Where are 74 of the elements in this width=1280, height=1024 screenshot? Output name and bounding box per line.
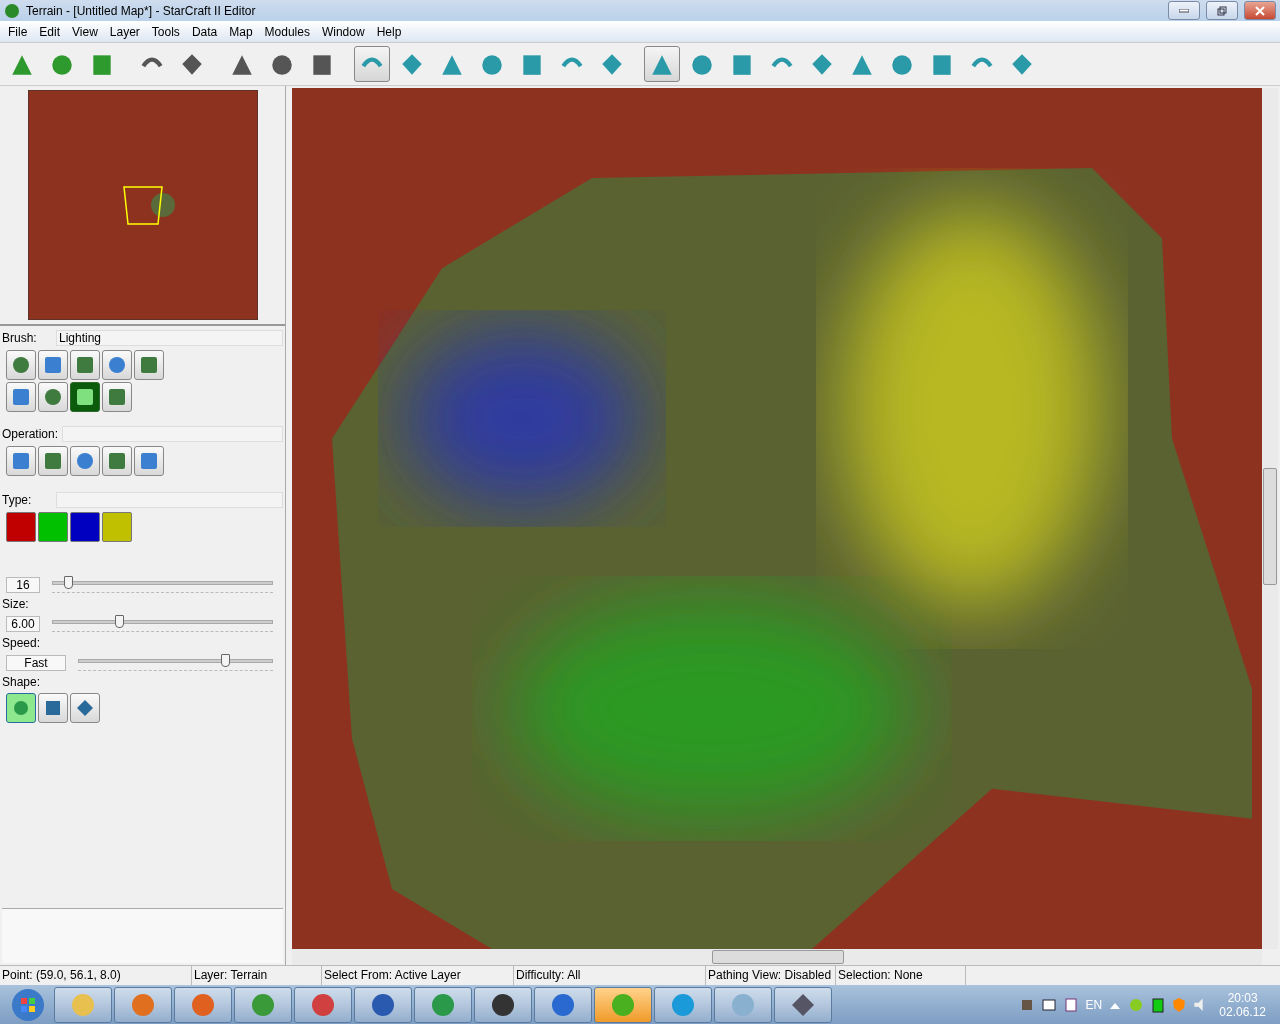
menu-item[interactable]: Help: [370, 24, 408, 39]
tray-icon: [1063, 997, 1078, 1012]
menu-item[interactable]: View: [66, 24, 104, 39]
type-label: Type:: [2, 493, 33, 507]
slider[interactable]: [78, 654, 273, 671]
operation-button[interactable]: [6, 446, 36, 476]
shape-button[interactable]: [6, 693, 36, 723]
slider-thumb[interactable]: [115, 615, 125, 628]
operation-button[interactable]: [134, 446, 164, 476]
tray-icon: [1019, 997, 1034, 1012]
brush-button[interactable]: [102, 382, 132, 412]
brush-button[interactable]: [134, 350, 164, 380]
menu-item[interactable]: File: [2, 24, 34, 39]
taskbar-app-button[interactable]: [774, 986, 832, 1023]
minimize-button[interactable]: [1168, 1, 1200, 20]
menu-item[interactable]: Edit: [33, 24, 67, 39]
clock-time: 20:03: [1227, 990, 1258, 1005]
close-icon: [1255, 5, 1265, 16]
diamond-icon: [76, 699, 94, 717]
battery-icon: [1152, 996, 1165, 1013]
tray-icon: [1041, 997, 1056, 1012]
minimize-icon: [1179, 8, 1189, 13]
shape-button[interactable]: [70, 693, 100, 723]
slider-thumb[interactable]: [64, 576, 74, 589]
color-swatch[interactable]: [6, 512, 36, 542]
slider-label: Speed:: [2, 636, 42, 650]
brush-button[interactable]: [6, 350, 36, 380]
color-swatch[interactable]: [70, 512, 100, 542]
menu-item[interactable]: Data: [185, 24, 224, 39]
restore-button[interactable]: [1206, 1, 1238, 20]
operation-button[interactable]: [38, 446, 68, 476]
windows-logo-icon: [11, 987, 45, 1022]
toolbar-button[interactable]: [354, 46, 390, 82]
value-field[interactable]: Fast: [6, 654, 66, 671]
color-swatch[interactable]: [38, 512, 68, 542]
brush-button[interactable]: [38, 382, 68, 412]
slider-thumb[interactable]: [221, 654, 231, 667]
brush-button[interactable]: [102, 350, 132, 380]
app-logo-icon: [4, 2, 20, 19]
slider[interactable]: [52, 615, 273, 632]
shape-button[interactable]: [38, 693, 68, 723]
toolbar-button[interactable]: [644, 46, 680, 82]
slider[interactable]: [52, 576, 273, 593]
speaker-icon: [1194, 998, 1204, 1011]
brush-name-field: Lighting: [56, 330, 283, 346]
taskbar-app-button[interactable]: [354, 986, 412, 1023]
clock-date: 02.06.12: [1219, 1004, 1266, 1019]
menu-item[interactable]: Layer: [103, 24, 146, 39]
operation-label: Operation:: [2, 427, 59, 441]
color-swatch[interactable]: [102, 512, 132, 542]
square-icon: [44, 699, 62, 717]
restore-icon: [1217, 5, 1227, 16]
brush-label: Brush:: [2, 331, 38, 345]
brush-button[interactable]: [6, 382, 36, 412]
circle-icon: [12, 699, 30, 717]
horizontal-scrollbar[interactable]: [292, 949, 1262, 965]
brush-button[interactable]: [38, 350, 68, 380]
menu-item[interactable]: Map: [223, 24, 259, 39]
window-title: Terrain - [Untitled Map*] - StarCraft II Editor: [26, 3, 257, 18]
menu-item[interactable]: Tools: [145, 24, 186, 39]
value-field[interactable]: 16: [6, 576, 40, 593]
menu-item[interactable]: Modules: [258, 24, 316, 39]
slider-label: Size:: [2, 597, 30, 611]
value-field[interactable]: 6.00: [6, 615, 40, 632]
close-button[interactable]: [1244, 1, 1276, 20]
operation-button[interactable]: [70, 446, 100, 476]
brush-button[interactable]: [70, 382, 100, 412]
menu-item[interactable]: Window: [315, 24, 371, 39]
taskbar-app-button[interactable]: [474, 986, 532, 1023]
tray-icon: [1128, 996, 1145, 1013]
operation-button[interactable]: [102, 446, 132, 476]
brush-button[interactable]: [70, 350, 100, 380]
shape-label: Shape:: [2, 675, 42, 689]
vertical-scrollbar[interactable]: [1262, 88, 1278, 949]
